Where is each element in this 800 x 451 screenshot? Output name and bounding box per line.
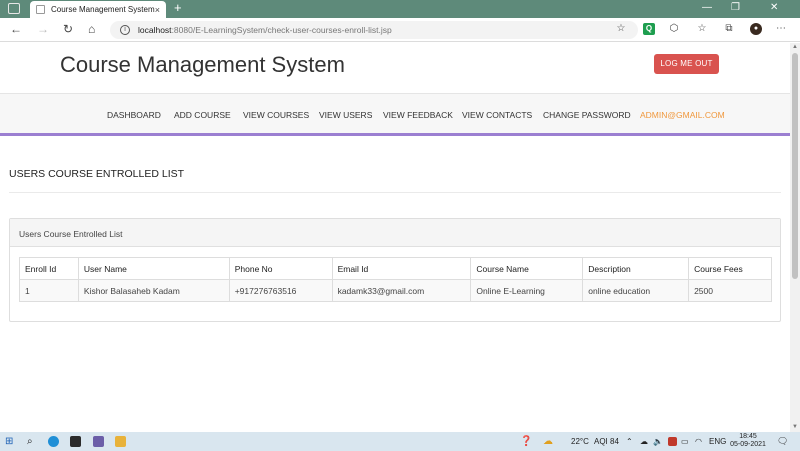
- column-header: Course Name: [470, 257, 584, 280]
- page-favicon-icon: [36, 5, 45, 14]
- browser-toolbar: ← → ↻ ⌂ i localhost:8080/E-LearningSyste…: [0, 18, 800, 42]
- battery-icon[interactable]: ▭: [681, 435, 689, 448]
- cell-email: kadamk33@gmail.com: [331, 279, 472, 302]
- column-header: Course Fees: [688, 257, 772, 280]
- menu-item-admin-account[interactable]: ADMIN@GMAIL.COM: [640, 110, 725, 120]
- menu-item-view-users[interactable]: VIEW USERS: [319, 110, 372, 120]
- title-divider: [9, 192, 781, 193]
- minimize-icon[interactable]: —: [702, 2, 712, 13]
- menu-item-view-courses[interactable]: VIEW COURSES: [243, 110, 309, 120]
- extension-icon[interactable]: Q: [643, 23, 655, 35]
- menu-item-view-feedback[interactable]: VIEW FEEDBACK: [383, 110, 453, 120]
- scroll-up-icon[interactable]: ▲: [792, 44, 798, 50]
- table-header-row: Enroll Id User Name Phone No Email Id Co…: [19, 257, 772, 280]
- cell-course-name: Online E-Learning: [470, 279, 584, 302]
- back-icon[interactable]: ←: [10, 22, 22, 36]
- panel-title: Users Course Entrolled List: [19, 229, 123, 239]
- site-header: Course Management System LOG ME OUT: [0, 43, 790, 94]
- windows-taskbar: ⊞ ⌕ ❓ ☁ 22°C AQI 84 ⌃ ☁ 🔈 ▭ ◠ ENG 18:45 …: [0, 432, 800, 451]
- profile-avatar[interactable]: ●: [750, 23, 762, 35]
- collections-icon[interactable]: ⧉: [723, 23, 735, 35]
- tray-chevron-icon[interactable]: ⌃: [626, 435, 633, 448]
- scroll-down-icon[interactable]: ▼: [792, 424, 798, 430]
- panel-header: Users Course Entrolled List: [10, 219, 780, 247]
- home-icon[interactable]: ⌂: [88, 22, 95, 36]
- cell-user-name: Kishor Balasaheb Kadam: [77, 279, 230, 302]
- close-tab-icon[interactable]: ×: [155, 5, 160, 15]
- menu-item-dashboard[interactable]: DASHBOARD: [107, 110, 161, 120]
- terminal-icon[interactable]: [70, 436, 81, 447]
- browser-tab-title: Course Management System: [51, 5, 155, 14]
- air-quality[interactable]: AQI 84: [594, 437, 619, 446]
- menu-item-change-password[interactable]: CHANGE PASSWORD: [543, 110, 631, 120]
- new-tab-button[interactable]: +: [174, 1, 182, 15]
- address-bar[interactable]: i localhost:8080/E-LearningSystem/check-…: [110, 21, 638, 39]
- site-brand: Course Management System: [60, 52, 345, 77]
- site-info-icon[interactable]: i: [120, 25, 130, 35]
- tab-actions-icon[interactable]: [8, 3, 20, 14]
- browser-tab-bar: Course Management System × + — ❐ ✕: [0, 0, 800, 18]
- wifi-icon[interactable]: ◠: [695, 435, 702, 448]
- column-header: Enroll Id: [19, 257, 79, 280]
- clock-date: 05-09-2021: [730, 441, 766, 448]
- cell-phone: +917276763516: [228, 279, 333, 302]
- edge-browser-icon[interactable]: [48, 436, 59, 447]
- more-options-icon[interactable]: ⋯: [775, 23, 787, 35]
- onedrive-icon[interactable]: ☁: [640, 435, 648, 448]
- column-header: Description: [582, 257, 690, 280]
- favorites-icon[interactable]: ☆: [696, 23, 708, 35]
- help-icon[interactable]: ❓: [520, 435, 532, 448]
- clock-time: 18:45: [739, 433, 757, 440]
- page-title: USERS COURSE ENTROLLED LIST: [9, 168, 185, 180]
- speaker-icon[interactable]: 🔈: [653, 435, 663, 448]
- cell-course-fees: 2500: [688, 279, 772, 302]
- system-clock[interactable]: 18:45 05-09-2021: [726, 433, 770, 449]
- menu-item-view-contacts[interactable]: VIEW CONTACTS: [462, 110, 532, 120]
- input-language[interactable]: ENG: [709, 437, 726, 446]
- weather-temperature[interactable]: 22°C: [571, 437, 589, 446]
- favorite-star-icon[interactable]: ☆: [615, 23, 627, 35]
- enrollment-table: Enroll Id User Name Phone No Email Id Co…: [19, 257, 772, 302]
- notifications-icon[interactable]: 🗨: [777, 435, 788, 448]
- windows-start-icon[interactable]: ⊞: [5, 435, 13, 448]
- logout-button[interactable]: LOG ME OUT: [654, 54, 719, 74]
- cell-enroll-id: 1: [19, 279, 79, 302]
- close-window-icon[interactable]: ✕: [770, 2, 778, 13]
- page-viewport: Course Management System LOG ME OUT DASH…: [0, 43, 790, 432]
- column-header: Email Id: [331, 257, 472, 280]
- browser-tab[interactable]: Course Management System ×: [30, 1, 166, 18]
- main-menu: DASHBOARD ADD COURSE VIEW COURSES VIEW U…: [0, 94, 790, 136]
- url-host: localhost: [138, 25, 172, 35]
- file-explorer-icon[interactable]: [115, 436, 126, 447]
- extension-puzzle-icon[interactable]: ⬡: [668, 23, 680, 35]
- app-icon[interactable]: [93, 436, 104, 447]
- forward-icon[interactable]: →: [37, 22, 49, 36]
- restore-icon[interactable]: ❐: [731, 2, 740, 13]
- column-header: Phone No: [228, 257, 333, 280]
- column-header: User Name: [77, 257, 230, 280]
- reload-icon[interactable]: ↻: [63, 22, 73, 36]
- page-scrollbar[interactable]: ▲ ▼: [790, 43, 800, 432]
- scrollbar-thumb[interactable]: [792, 53, 798, 279]
- search-icon[interactable]: ⌕: [27, 435, 33, 448]
- url-path: :8080/E-LearningSystem/check-user-course…: [171, 25, 392, 35]
- menu-item-add-course[interactable]: ADD COURSE: [174, 110, 231, 120]
- enrollment-panel: Users Course Entrolled List Enroll Id Us…: [9, 218, 781, 322]
- table-row: 1 Kishor Balasaheb Kadam +917276763516 k…: [19, 279, 772, 302]
- tray-app-icon[interactable]: [668, 437, 677, 446]
- cell-description: online education: [582, 279, 690, 302]
- weather-icon: ☁: [543, 436, 553, 447]
